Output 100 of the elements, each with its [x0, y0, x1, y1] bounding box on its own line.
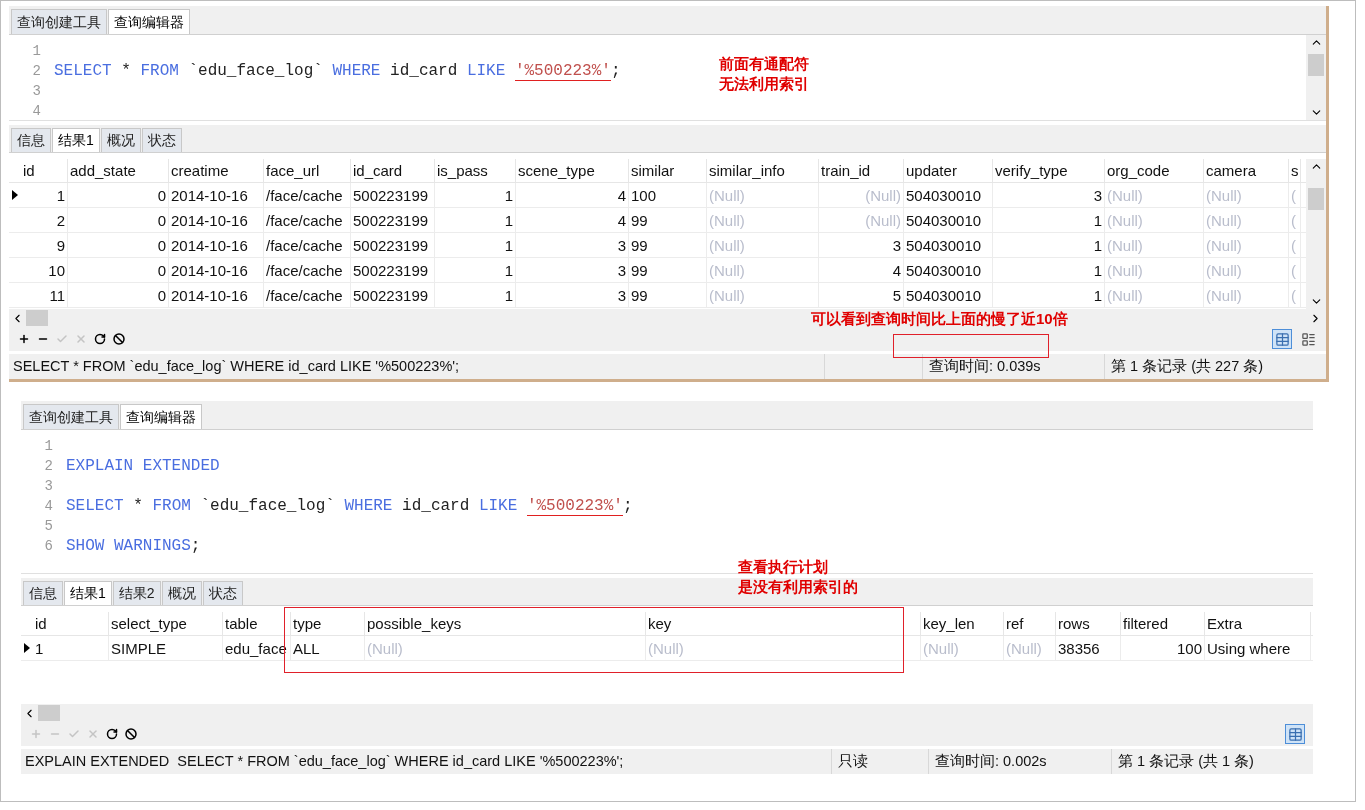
status-records: 第 1 条记录 (共 1 条): [1118, 753, 1254, 769]
table-cell: 4: [516, 183, 629, 207]
table-cell: 99: [629, 208, 707, 232]
scroll-thumb[interactable]: [38, 705, 60, 721]
column-header[interactable]: type: [291, 612, 365, 635]
tab[interactable]: 信息: [11, 128, 51, 152]
tab[interactable]: 查询编辑器: [120, 404, 202, 429]
table-cell: (Null): [707, 208, 819, 232]
table-cell: 0: [68, 258, 169, 282]
tab[interactable]: 查询编辑器: [108, 9, 190, 34]
status-mode: 只读: [838, 753, 868, 769]
status-records: 第 1 条记录 (共 227 条): [1111, 358, 1264, 374]
scroll-thumb[interactable]: [1308, 53, 1324, 76]
column-header[interactable]: similar: [629, 159, 707, 182]
column-header[interactable]: add_state: [68, 159, 169, 182]
tab[interactable]: 查询创建工具: [11, 9, 107, 34]
column-header[interactable]: id_card: [351, 159, 435, 182]
table-cell: 1: [993, 258, 1105, 282]
table-cell: 3: [993, 183, 1105, 207]
horizontal-scrollbar[interactable]: [21, 704, 1313, 722]
column-header[interactable]: id: [21, 159, 68, 182]
table-cell: (Null): [1105, 208, 1204, 232]
line-number: 4: [31, 102, 41, 121]
table-cell: 504030010: [904, 208, 993, 232]
table-cell: /face/cache: [264, 258, 351, 282]
table-cell: (Null): [1004, 636, 1056, 660]
annotation-note: 前面有通配符 无法利用索引: [719, 54, 809, 94]
column-header[interactable]: s: [1289, 159, 1301, 182]
column-header[interactable]: train_id: [819, 159, 904, 182]
table-cell: (: [1289, 183, 1301, 207]
table-cell: (Null): [1204, 183, 1289, 207]
tab[interactable]: 状态: [202, 581, 243, 605]
tab[interactable]: 概况: [100, 128, 141, 152]
column-header[interactable]: camera: [1204, 159, 1289, 182]
column-header[interactable]: similar_info: [707, 159, 819, 182]
tab[interactable]: 信息: [23, 581, 63, 605]
table-cell: 99: [629, 283, 707, 307]
table-cell: 5: [819, 283, 904, 307]
table-cell: 2014-10-16: [169, 208, 264, 232]
table-cell: 1: [993, 283, 1105, 307]
grid-view-icon[interactable]: [1272, 329, 1292, 349]
table-cell: 3: [516, 233, 629, 257]
column-header[interactable]: Extra: [1205, 612, 1311, 635]
scroll-thumb[interactable]: [26, 310, 48, 326]
column-header[interactable]: scene_type: [516, 159, 629, 182]
scroll-thumb[interactable]: [1308, 188, 1324, 210]
table-cell: 504030010: [904, 183, 993, 207]
column-header[interactable]: face_url: [264, 159, 351, 182]
table-cell: (Null): [365, 636, 646, 660]
scrollbar[interactable]: [1306, 35, 1326, 120]
table-cell: (Null): [1105, 183, 1204, 207]
grid-view-icon[interactable]: [1285, 724, 1305, 744]
tab[interactable]: 结果2: [112, 581, 161, 605]
column-header[interactable]: ref: [1004, 612, 1056, 635]
column-header[interactable]: key: [646, 612, 921, 635]
column-header[interactable]: updater: [904, 159, 993, 182]
column-header[interactable]: possible_keys: [365, 612, 646, 635]
scrollbar[interactable]: [1306, 159, 1326, 309]
table-cell: (: [1289, 283, 1301, 307]
tab[interactable]: 结果1: [64, 581, 112, 605]
table-cell: 1: [993, 208, 1105, 232]
column-header[interactable]: select_type: [109, 612, 223, 635]
column-header[interactable]: id: [33, 612, 109, 635]
tab[interactable]: 概况: [161, 581, 202, 605]
add-icon[interactable]: [17, 332, 30, 346]
table-cell: /face/cache: [264, 208, 351, 232]
column-header[interactable]: org_code: [1105, 159, 1204, 182]
code-line: SELECT * FROM `edu_face_log` WHERE id_card LIKE '%500223%';: [54, 61, 621, 81]
table-cell: (Null): [707, 233, 819, 257]
table-cell: 0: [68, 233, 169, 257]
stop-icon[interactable]: [112, 332, 125, 346]
status-time: 查询时间: 0.002s: [935, 753, 1047, 769]
column-header[interactable]: key_len: [921, 612, 1004, 635]
column-header[interactable]: creatime: [169, 159, 264, 182]
refresh-icon[interactable]: [93, 332, 106, 346]
table-cell: /face/cache: [264, 233, 351, 257]
line-number: 1: [43, 437, 53, 456]
table-cell: (Null): [819, 183, 904, 207]
tab[interactable]: 结果1: [52, 128, 100, 152]
table-cell: 504030010: [904, 233, 993, 257]
horizontal-scrollbar[interactable]: [9, 309, 1326, 327]
tab[interactable]: 查询创建工具: [23, 404, 119, 429]
refresh-icon[interactable]: [105, 727, 118, 741]
column-header[interactable]: rows: [1056, 612, 1121, 635]
table-cell: 11: [21, 283, 68, 307]
column-header[interactable]: table: [223, 612, 291, 635]
table-cell: 1: [33, 636, 109, 660]
table-cell: 3: [819, 233, 904, 257]
table-cell: 500223199: [351, 183, 435, 207]
table-cell: (Null): [819, 208, 904, 232]
stop-icon[interactable]: [124, 727, 137, 741]
column-header[interactable]: is_pass: [435, 159, 516, 182]
line-number: 3: [43, 477, 53, 496]
column-header[interactable]: verify_type: [993, 159, 1105, 182]
tab[interactable]: 状态: [141, 128, 182, 152]
table-cell: 1: [435, 233, 516, 257]
annotation-note: 可以看到查询时间比上面的慢了近10倍: [811, 309, 1068, 329]
table-cell: 500223199: [351, 208, 435, 232]
table-cell: (: [1289, 258, 1301, 282]
column-header[interactable]: filtered: [1121, 612, 1205, 635]
